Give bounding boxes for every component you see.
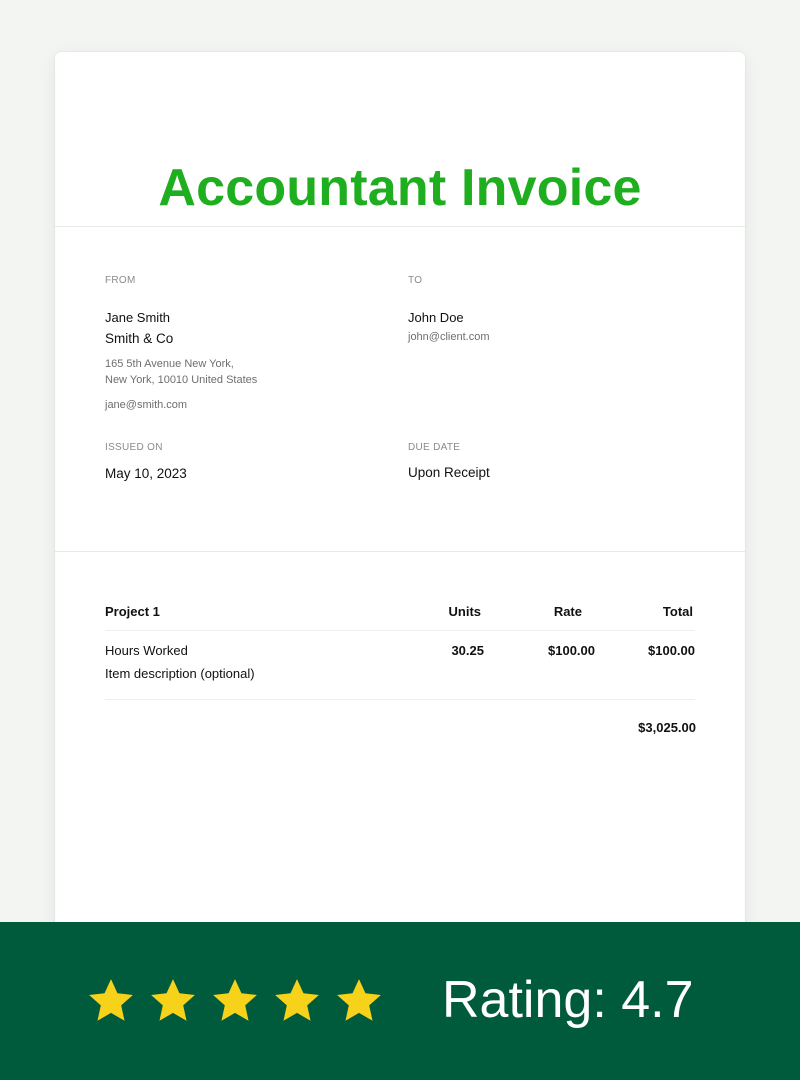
to-email: john@client.com <box>408 331 490 343</box>
due-label: DUE DATE <box>408 442 461 453</box>
from-email: jane@smith.com <box>105 399 188 411</box>
item-units: 30.25 <box>451 643 484 658</box>
rating-banner: Rating: 4.7 <box>0 922 800 1080</box>
to-label: TO <box>408 275 423 286</box>
from-address-line2: New York, 10010 United States <box>105 374 258 386</box>
to-name: John Doe <box>408 310 464 325</box>
from-name: Jane Smith <box>105 310 171 325</box>
header-divider <box>55 226 745 227</box>
from-address-line1: 165 5th Avenue New York, <box>105 358 234 370</box>
item-total: $100.00 <box>648 643 695 658</box>
star-icon <box>89 979 133 1021</box>
rating-text: Rating: 4.7 <box>442 971 694 1029</box>
item-name: Hours Worked <box>105 643 188 658</box>
star-icon <box>337 979 381 1021</box>
issued-date: May 10, 2023 <box>105 466 187 481</box>
item-rate: $100.00 <box>548 643 595 658</box>
table-header-total: Total <box>662 604 693 619</box>
due-date: Upon Receipt <box>408 465 490 480</box>
issued-label: ISSUED ON <box>105 442 163 453</box>
star-icon <box>151 979 195 1021</box>
table-header-rate: Rate <box>553 604 582 619</box>
table-header-units: Units <box>448 604 482 619</box>
details-divider <box>55 551 745 552</box>
table-header-divider <box>105 630 695 631</box>
invoice-card: Accountant Invoice FROM Jane Smith Smith… <box>55 52 745 952</box>
item-description: Item description (optional) <box>105 666 255 681</box>
table-row-divider <box>105 699 695 700</box>
invoice-title: Accountant Invoice <box>158 159 642 217</box>
star-icon <box>213 979 257 1021</box>
grand-total: $3,025.00 <box>638 720 696 735</box>
from-label: FROM <box>105 275 136 286</box>
star-icon <box>275 979 319 1021</box>
table-header-project: Project 1 <box>105 604 160 619</box>
rating-stars <box>86 976 384 1026</box>
from-company: Smith & Co <box>105 331 174 346</box>
